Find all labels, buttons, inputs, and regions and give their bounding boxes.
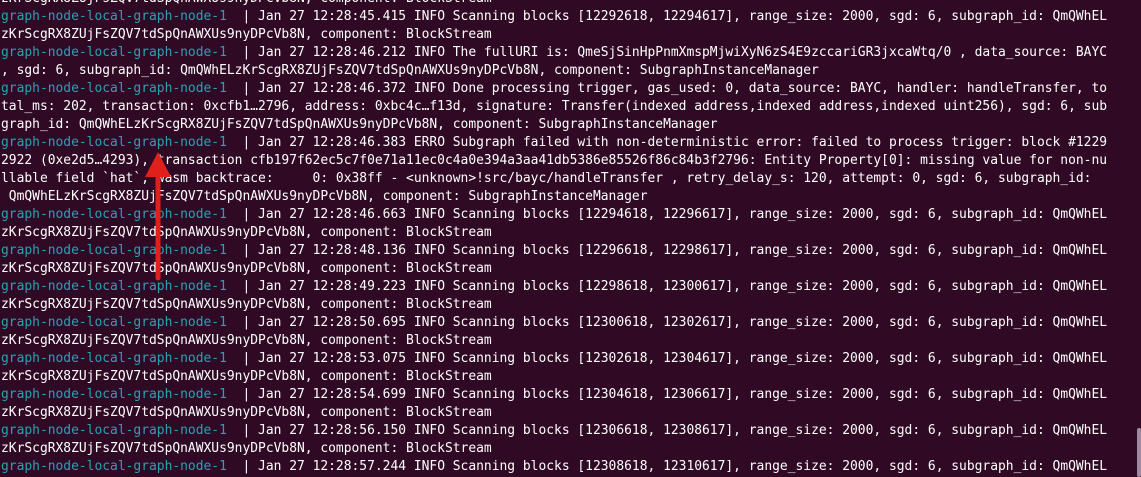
log-line: zKrScgRX8ZUjFsZQV7tdSpQnAWXUs9nyDPcVb8N,… (1, 296, 1107, 314)
log-line: graph-node-local-graph-node-1 | Jan 27 1… (1, 8, 1107, 26)
container-name-prefix: graph-node-local-graph-node-1 (1, 279, 227, 294)
log-line: graph-node-local-graph-node-1 | Jan 27 1… (1, 242, 1107, 260)
log-line: graph-node-local-graph-node-1 | Jan 27 1… (1, 134, 1107, 152)
container-name-prefix: graph-node-local-graph-node-1 (1, 81, 227, 96)
container-name-prefix: graph-node-local-graph-node-1 (1, 135, 227, 150)
log-message: Jan 27 12:28:54.699 INFO Scanning blocks… (258, 387, 1108, 402)
container-name-prefix: graph-node-local-graph-node-1 (1, 459, 227, 474)
log-line: zKrScgRX8ZUjFsZQV7tdSpQnAWXUs9nyDPcVb8N,… (1, 368, 1107, 386)
log-message: Jan 27 12:28:53.075 INFO Scanning blocks… (258, 351, 1108, 366)
log-line: zKrScgRX8ZUjFsZQV7tdSpQnAWXUs9nyDPcVb8N,… (1, 332, 1107, 350)
log-line: graph-node-local-graph-node-1 | Jan 27 1… (1, 350, 1107, 368)
scrollbar-thumb[interactable] (1137, 428, 1141, 477)
container-name-prefix: graph-node-local-graph-node-1 (1, 351, 227, 366)
log-message: Jan 27 12:28:45.415 INFO Scanning blocks… (258, 9, 1108, 24)
log-message: Jan 27 12:28:46.663 INFO Scanning blocks… (258, 207, 1108, 222)
log-line: , sgd: 6, subgraph_id: QmQWhELzKrScgRX8Z… (1, 62, 1107, 80)
log-message: , sgd: 6, subgraph_id: QmQWhELzKrScgRX8Z… (1, 63, 819, 78)
log-line: zKrScgRX8ZUjFsZQV7tdSpQnAWXUs9nyDPcVb8N,… (1, 26, 1107, 44)
log-message: graph_id: QmQWhELzKrScgRX8ZUjFsZQV7tdSpQ… (1, 117, 718, 132)
terminal-window[interactable]: zKrScgRX8ZUjFsZQV7tdSpQnAWXUs9nyDPcVb8N,… (0, 0, 1141, 477)
log-message: zKrScgRX8ZUjFsZQV7tdSpQnAWXUs9nyDPcVb8N,… (1, 333, 492, 348)
log-message: zKrScgRX8ZUjFsZQV7tdSpQnAWXUs9nyDPcVb8N,… (1, 225, 492, 240)
container-name-prefix: graph-node-local-graph-node-1 (1, 423, 227, 438)
log-line: QmQWhELzKrScgRX8ZUjFsZQV7tdSpQnAWXUs9nyD… (1, 188, 1107, 206)
log-line: llable field `hat`, wasm backtrace: 0: 0… (1, 170, 1107, 188)
log-line: graph_id: QmQWhELzKrScgRX8ZUjFsZQV7tdSpQ… (1, 116, 1107, 134)
log-message: Jan 27 12:28:57.244 INFO Scanning blocks… (258, 459, 1108, 474)
log-message: zKrScgRX8ZUjFsZQV7tdSpQnAWXUs9nyDPcVb8N,… (1, 405, 492, 420)
log-message: Jan 27 12:28:46.372 INFO Done processing… (258, 81, 1108, 96)
container-name-prefix: graph-node-local-graph-node-1 (1, 9, 227, 24)
log-line: graph-node-local-graph-node-1 | Jan 27 1… (1, 206, 1107, 224)
log-message: 2922 (0xe2d5…4293), transaction cfb197f6… (1, 153, 1108, 168)
log-line: graph-node-local-graph-node-1 | Jan 27 1… (1, 80, 1107, 98)
log-line: graph-node-local-graph-node-1 | Jan 27 1… (1, 458, 1107, 476)
prefix-separator: | (226, 81, 259, 96)
log-line: tal_ms: 202, transaction: 0xcfb1…2796, a… (1, 98, 1107, 116)
log-message: zKrScgRX8ZUjFsZQV7tdSpQnAWXUs9nyDPcVb8N,… (1, 297, 492, 312)
prefix-separator: | (226, 45, 259, 60)
log-message: zKrScgRX8ZUjFsZQV7tdSpQnAWXUs9nyDPcVb8N,… (1, 0, 492, 6)
prefix-separator: | (226, 135, 259, 150)
log-line: graph-node-local-graph-node-1 | Jan 27 1… (1, 44, 1107, 62)
prefix-separator: | (226, 459, 259, 474)
log-message: Jan 27 12:28:49.223 INFO Scanning blocks… (258, 279, 1108, 294)
log-message: zKrScgRX8ZUjFsZQV7tdSpQnAWXUs9nyDPcVb8N,… (1, 27, 492, 42)
container-name-prefix: graph-node-local-graph-node-1 (1, 315, 227, 330)
container-name-prefix: graph-node-local-graph-node-1 (1, 207, 227, 222)
log-message: tal_ms: 202, transaction: 0xcfb1…2796, a… (1, 99, 1108, 114)
log-message: QmQWhELzKrScgRX8ZUjFsZQV7tdSpQnAWXUs9nyD… (1, 189, 648, 204)
log-message: Jan 27 12:28:56.150 INFO Scanning blocks… (258, 423, 1108, 438)
log-line: 2922 (0xe2d5…4293), transaction cfb197f6… (1, 152, 1107, 170)
log-message: Jan 27 12:28:50.695 INFO Scanning blocks… (258, 315, 1108, 330)
log-line: graph-node-local-graph-node-1 | Jan 27 1… (1, 386, 1107, 404)
prefix-separator: | (226, 9, 259, 24)
prefix-separator: | (226, 387, 259, 402)
log-message: Jan 27 12:28:46.212 INFO The fullURI is:… (258, 45, 1108, 60)
prefix-separator: | (226, 243, 259, 258)
log-line: graph-node-local-graph-node-1 | Jan 27 1… (1, 278, 1107, 296)
log-line: zKrScgRX8ZUjFsZQV7tdSpQnAWXUs9nyDPcVb8N,… (1, 0, 1107, 8)
log-line: graph-node-local-graph-node-1 | Jan 27 1… (1, 314, 1107, 332)
container-name-prefix: graph-node-local-graph-node-1 (1, 387, 227, 402)
log-line: zKrScgRX8ZUjFsZQV7tdSpQnAWXUs9nyDPcVb8N,… (1, 260, 1107, 278)
prefix-separator: | (226, 351, 259, 366)
log-message: llable field `hat`, wasm backtrace: 0: 0… (1, 171, 1092, 186)
log-message: zKrScgRX8ZUjFsZQV7tdSpQnAWXUs9nyDPcVb8N,… (1, 369, 492, 384)
prefix-separator: | (226, 423, 259, 438)
log-message: zKrScgRX8ZUjFsZQV7tdSpQnAWXUs9nyDPcVb8N,… (1, 441, 492, 456)
log-line: graph-node-local-graph-node-1 | Jan 27 1… (1, 422, 1107, 440)
prefix-separator: | (226, 207, 259, 222)
container-name-prefix: graph-node-local-graph-node-1 (1, 45, 227, 60)
log-message: Jan 27 12:28:46.383 ERRO Subgraph failed… (258, 135, 1108, 150)
prefix-separator: | (226, 315, 259, 330)
terminal-scrollbar[interactable] (1135, 0, 1141, 477)
log-line: zKrScgRX8ZUjFsZQV7tdSpQnAWXUs9nyDPcVb8N,… (1, 404, 1107, 422)
terminal-log-output[interactable]: zKrScgRX8ZUjFsZQV7tdSpQnAWXUs9nyDPcVb8N,… (1, 0, 1107, 476)
log-message: zKrScgRX8ZUjFsZQV7tdSpQnAWXUs9nyDPcVb8N,… (1, 261, 492, 276)
log-message: Jan 27 12:28:48.136 INFO Scanning blocks… (258, 243, 1108, 258)
container-name-prefix: graph-node-local-graph-node-1 (1, 243, 227, 258)
log-line: zKrScgRX8ZUjFsZQV7tdSpQnAWXUs9nyDPcVb8N,… (1, 224, 1107, 242)
prefix-separator: | (226, 279, 259, 294)
log-line: zKrScgRX8ZUjFsZQV7tdSpQnAWXUs9nyDPcVb8N,… (1, 440, 1107, 458)
